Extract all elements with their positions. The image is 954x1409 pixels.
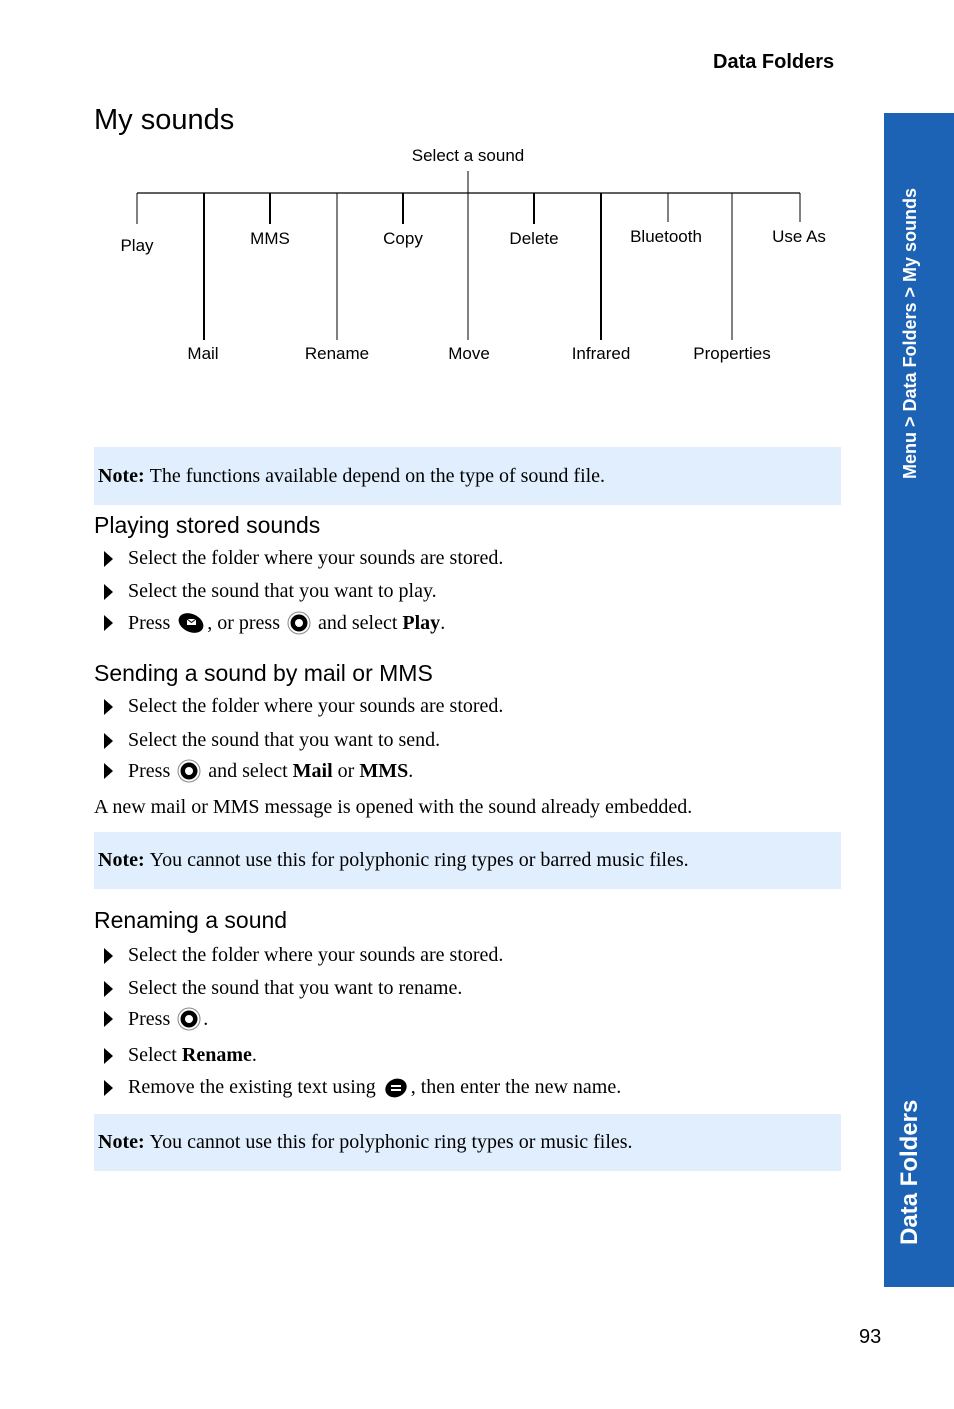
note-box: Note: You cannot use this for polyphonic… [94, 1114, 841, 1171]
option-name: MMS [359, 759, 409, 782]
bullet-arrow-icon [104, 763, 113, 779]
step-text: and select [318, 611, 398, 634]
center-select-key-icon [177, 1007, 201, 1031]
step-text: Select the sound that you want to play. [128, 580, 437, 602]
note-box: Note: The functions available depend on … [94, 447, 841, 505]
center-select-key-icon [177, 759, 201, 783]
option-name: Play [402, 611, 441, 634]
tree-root-label: Select a sound [411, 146, 525, 165]
page-number: 93 [859, 1326, 882, 1348]
step-item: Select the sound that you want to rename… [104, 977, 462, 1000]
step-text: , or press [207, 611, 280, 634]
section-heading-sending: Sending a sound by mail or MMS [94, 660, 433, 686]
bullet-arrow-icon [104, 583, 113, 600]
tree-option-mail: Mail [187, 344, 219, 363]
step-item: Select the folder where your sounds are … [104, 695, 503, 718]
note-box: Note: You cannot use this for polyphonic… [94, 832, 841, 889]
tree-option-bluetooth: Bluetooth [630, 227, 702, 246]
chapter-sidebar: Menu > Data Folders > My sounds Data Fol… [884, 113, 954, 1287]
page-title: My sounds [94, 104, 235, 136]
section-heading-playing: Playing stored sounds [94, 512, 321, 538]
step-text: Press [128, 1007, 171, 1030]
clear-key-icon [385, 1078, 407, 1097]
step-item: Press , or press and select Play . [104, 611, 445, 635]
step-text: Select the folder where your sounds are … [128, 944, 504, 966]
tree-option-properties: Properties [693, 344, 771, 363]
running-header: Data Folders [713, 51, 835, 73]
message-key-icon [178, 613, 204, 633]
bullet-arrow-icon [104, 1047, 113, 1064]
step-text: Press [128, 759, 171, 782]
note-text: The functions available depend on the ty… [149, 464, 606, 487]
step-text: Select the folder where your sounds are … [128, 547, 504, 569]
step-item: Press . [104, 1007, 208, 1031]
tree-option-use-as: Use As [772, 227, 826, 246]
sidebar-breadcrumb: Menu > Data Folders > My sounds [896, 137, 926, 482]
step-text: Select the sound that you want to rename… [128, 977, 463, 999]
bullet-arrow-icon [104, 615, 113, 631]
step-text: Select [128, 1044, 177, 1066]
sidebar-breadcrumb-text: Menu > Data Folders > My sounds [900, 187, 920, 479]
punctuation: . [203, 1007, 209, 1030]
step-item: Select the folder where your sounds are … [104, 547, 503, 570]
tree-option-mms: MMS [250, 229, 290, 248]
result-paragraph: A new mail or MMS message is opened with… [94, 796, 693, 818]
tree-option-play: Play [120, 236, 154, 255]
tree-option-delete: Delete [509, 229, 559, 248]
note-label: Note: [98, 464, 145, 487]
punctuation: . [408, 759, 414, 782]
punctuation: . [251, 1044, 257, 1066]
bullet-arrow-icon [104, 947, 113, 964]
tree-option-move: Move [448, 344, 490, 363]
note-label: Note: [98, 1131, 145, 1153]
note-text: You cannot use this for polyphonic ring … [149, 1131, 633, 1153]
note-label: Note: [98, 849, 145, 871]
punctuation: . [440, 611, 446, 634]
step-text: Select the sound that you want to send. [128, 729, 441, 751]
step-text: or [337, 759, 355, 782]
sidebar-section-text: Data Folders [896, 1099, 923, 1245]
tree-option-copy: Copy [383, 229, 423, 248]
step-item: Press and select Mail or MMS . [104, 759, 413, 783]
step-item: Remove the existing text using , then en… [104, 1076, 621, 1099]
step-text: Press [128, 611, 171, 634]
note-text: You cannot use this for polyphonic ring … [149, 849, 689, 871]
step-text: Remove the existing text using [128, 1076, 376, 1098]
option-name: Mail [292, 759, 333, 782]
sidebar-section-tab: Data Folders [894, 1073, 930, 1253]
menu-tree-diagram: Select a sound Play MMS Copy Delete Blue… [94, 140, 844, 380]
tree-option-infrared: Infrared [571, 344, 631, 363]
bullet-arrow-icon [104, 732, 113, 749]
center-select-key-icon [287, 611, 311, 635]
bullet-arrow-icon [104, 550, 113, 567]
step-item: Select Rename . [104, 1044, 257, 1067]
option-name: Rename [181, 1044, 252, 1066]
bullet-arrow-icon [104, 1079, 113, 1096]
step-text: and select [208, 759, 288, 782]
bullet-arrow-icon [104, 980, 113, 997]
tree-option-rename: Rename [304, 344, 370, 363]
section-heading-renaming: Renaming a sound [94, 907, 288, 933]
step-text: , then enter the new name. [410, 1076, 622, 1098]
step-text: Select the folder where your sounds are … [128, 695, 504, 717]
bullet-arrow-icon [104, 698, 113, 715]
step-item: Select the sound that you want to play. [104, 580, 437, 603]
bullet-arrow-icon [104, 1011, 113, 1027]
step-item: Select the sound that you want to send. [104, 729, 440, 752]
step-item: Select the folder where your sounds are … [104, 944, 503, 967]
